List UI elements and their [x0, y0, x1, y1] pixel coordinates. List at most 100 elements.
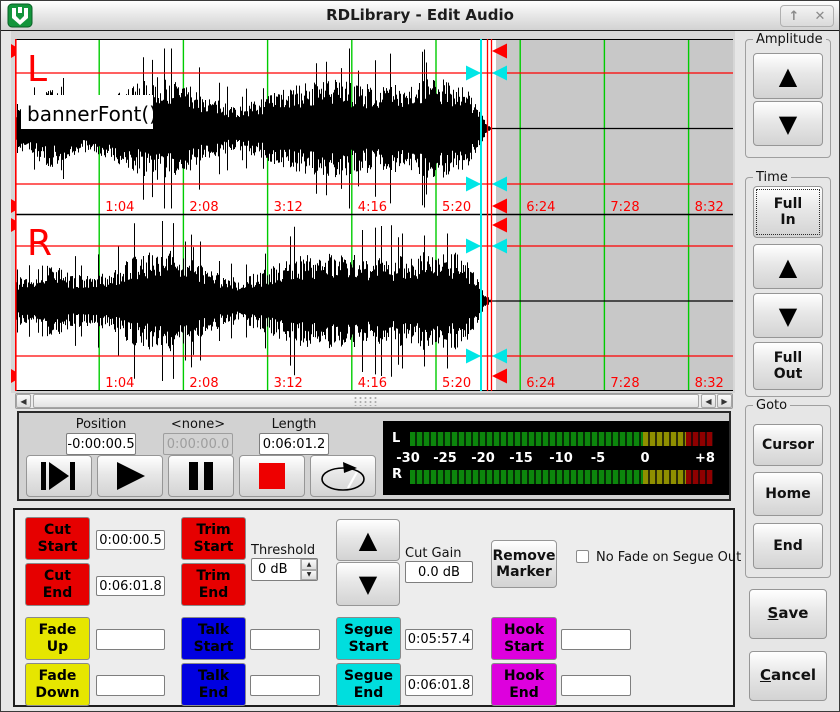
segue-end-field[interactable]: 0:06:01.8 [405, 675, 473, 696]
talk-start-button[interactable]: Talk Start [181, 617, 246, 660]
cut-gain-label: Cut Gain [405, 546, 461, 561]
gain-up-button[interactable]: ▲ [336, 519, 400, 561]
time-label: 7:28 [610, 376, 639, 391]
scroll-left-icon[interactable]: ◀ [701, 394, 716, 408]
time-label: 7:28 [610, 200, 639, 215]
time-down-button[interactable]: ▼ [753, 293, 823, 338]
time-label: 3:12 [274, 376, 303, 391]
shade-window-icon[interactable]: ↑ [789, 10, 800, 23]
segue-start-button[interactable]: Segue Start [336, 617, 401, 660]
cut-end-field[interactable]: 0:06:01.8 [96, 576, 165, 596]
waveform-scrollbar[interactable]: ◀ ◀ ▶ [15, 393, 733, 409]
spin-up-icon[interactable]: ▲ [301, 559, 317, 570]
position-field[interactable]: -0:00:00.5 [66, 433, 136, 455]
time-label: 5:20 [442, 200, 471, 215]
threshold-spinbox[interactable]: 0 dB ▲▼ [251, 558, 318, 581]
none-field: 0:00:00.0 [163, 433, 233, 455]
play-from-start-icon [37, 459, 81, 493]
hook-start-button[interactable]: Hook Start [491, 617, 557, 660]
meter-scale-tick: -20 [471, 451, 495, 466]
no-fade-label: No Fade on Segue Out [596, 550, 741, 565]
talk-end-field[interactable] [250, 675, 320, 696]
segue-end-button[interactable]: Segue End [336, 663, 401, 706]
meter-scale-tick: -5 [591, 451, 605, 466]
meter-bar-right [410, 470, 713, 484]
hook-end-button[interactable]: Hook End [491, 663, 557, 706]
threshold-value[interactable]: 0 dB [252, 559, 300, 580]
banner-text: bannerFont() [27, 102, 157, 126]
no-fade-checkbox[interactable] [576, 550, 589, 563]
goto-end-button[interactable]: End [753, 523, 823, 569]
pause-button[interactable] [168, 455, 234, 497]
loop-button[interactable] [310, 455, 376, 497]
time-up-button[interactable]: ▲ [753, 244, 823, 289]
spin-down-icon[interactable]: ▼ [301, 570, 317, 581]
time-label: 1:04 [105, 376, 134, 391]
segue-start-field[interactable]: 0:05:57.4 [405, 629, 473, 650]
scroll-right-icon[interactable]: ▶ [717, 394, 732, 408]
meter-bar-left [410, 432, 713, 446]
transport-panel: Position <none> Length -0:00:00.5 0:00:0… [17, 411, 731, 501]
channel-label-right: R [27, 223, 52, 264]
threshold-label: Threshold [251, 543, 315, 558]
time-label: 6:24 [526, 200, 555, 215]
amplitude-up-button[interactable]: ▲ [753, 53, 823, 99]
full-in-button[interactable]: Full In [753, 186, 823, 238]
amplitude-group-label: Amplitude [753, 32, 826, 47]
cut-start-button[interactable]: Cut Start [25, 517, 90, 560]
down-arrow-icon: ▼ [359, 572, 377, 596]
fade-up-field[interactable] [96, 629, 165, 650]
meter-scale-tick: -10 [549, 451, 573, 466]
position-label: Position [76, 417, 127, 432]
titlebar: RDLibrary - Edit Audio ↑ ✕ [1, 1, 839, 31]
waveform-display[interactable]: 1:041:042:082:083:123:124:164:165:205:20… [15, 39, 733, 391]
goto-home-button[interactable]: Home [753, 472, 823, 516]
meter-scale-tick: +8 [695, 451, 715, 466]
scrollbar-grip-icon [353, 396, 379, 406]
trim-end-button[interactable]: Trim End [181, 563, 246, 606]
goto-cursor-button[interactable]: Cursor [753, 424, 823, 466]
scrollbar-thumb[interactable] [33, 394, 699, 408]
fade-up-button[interactable]: Fade Up [25, 617, 90, 660]
window-title: RDLibrary - Edit Audio [1, 6, 839, 24]
waveform-container: 1:041:042:082:083:123:124:164:165:205:20… [11, 31, 735, 393]
play-button[interactable] [97, 455, 163, 497]
audio-level-meter: L R -30 -25 -20 -15 -10 -5 0 +8 [383, 421, 729, 495]
gain-down-button[interactable]: ▼ [336, 562, 400, 606]
hook-start-field[interactable] [561, 629, 631, 650]
stop-icon [255, 459, 289, 493]
cancel-button[interactable]: Cancel [749, 651, 827, 701]
stop-button[interactable] [239, 455, 305, 497]
up-arrow-icon: ▲ [359, 528, 377, 552]
save-button[interactable]: Save [749, 589, 827, 639]
close-window-icon[interactable]: ✕ [815, 10, 826, 23]
amplitude-down-button[interactable]: ▼ [753, 101, 823, 146]
up-arrow-icon: ▲ [779, 255, 797, 279]
fade-down-field[interactable] [96, 675, 165, 696]
full-out-button[interactable]: Full Out [753, 342, 823, 390]
window-controls: ↑ ✕ [780, 5, 834, 27]
time-label: 5:20 [442, 376, 471, 391]
trim-start-button[interactable]: Trim Start [181, 517, 246, 560]
length-field[interactable]: 0:06:01.2 [259, 433, 329, 455]
edit-audio-dialog: RDLibrary - Edit Audio ↑ ✕ 1:041:042:082… [0, 0, 840, 712]
play-from-start-button[interactable] [26, 455, 92, 497]
scroll-left-icon[interactable]: ◀ [16, 394, 31, 408]
hook-end-field[interactable] [561, 675, 631, 696]
time-label: 8:32 [695, 376, 724, 391]
cut-start-field[interactable]: 0:00:00.5 [96, 530, 165, 550]
down-arrow-icon: ▼ [779, 304, 797, 328]
time-label: 4:16 [358, 200, 387, 215]
channel-label-left: L [27, 49, 47, 90]
meter-scale-tick: -25 [433, 451, 457, 466]
cut-gain-field[interactable]: 0.0 dB [405, 561, 473, 583]
cut-end-button[interactable]: Cut End [25, 563, 90, 606]
remove-marker-button[interactable]: Remove Marker [491, 540, 557, 588]
talk-end-button[interactable]: Talk End [181, 663, 246, 706]
play-icon [110, 459, 150, 493]
time-label: 8:32 [695, 200, 724, 215]
length-label: Length [272, 417, 317, 432]
none-label: <none> [171, 417, 225, 432]
talk-start-field[interactable] [250, 629, 320, 650]
fade-down-button[interactable]: Fade Down [25, 663, 90, 706]
